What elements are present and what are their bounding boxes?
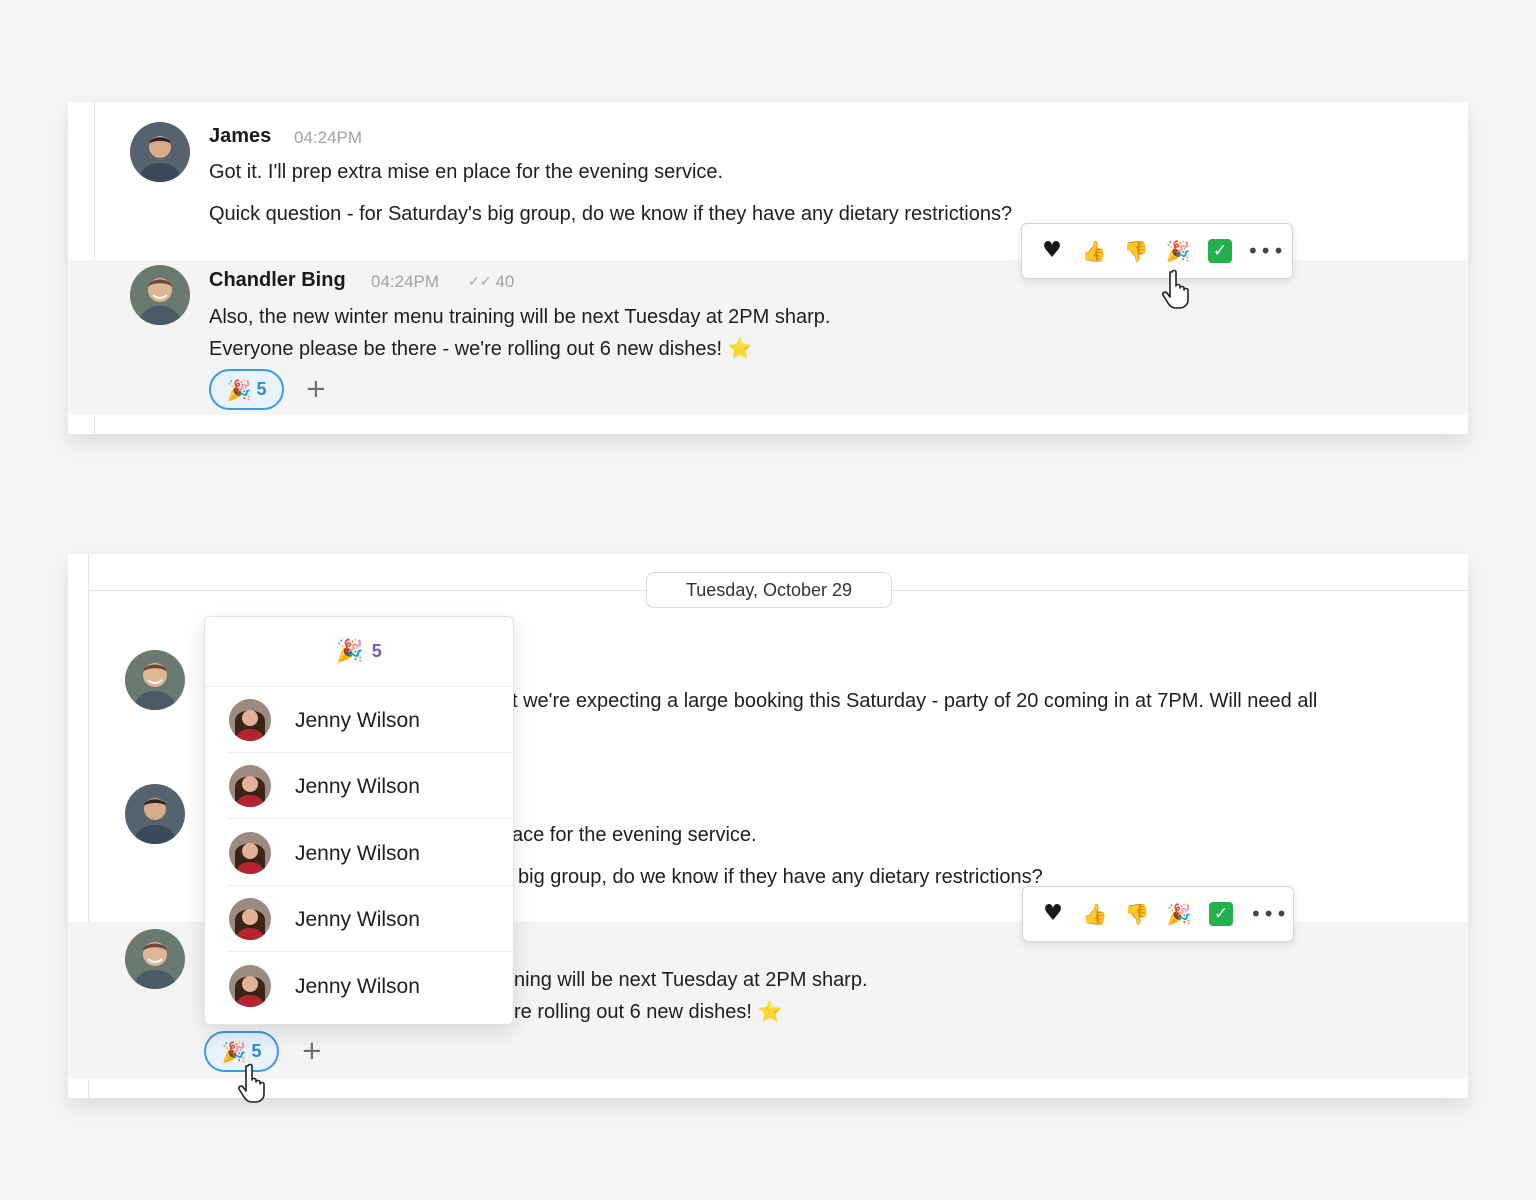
reactor-row[interactable]: Jenny Wilson [227, 687, 513, 753]
popover-header: 🎉 5 [205, 617, 513, 687]
party-reaction-button[interactable]: 🎉 [1163, 236, 1193, 266]
heart-reaction-button[interactable]: ♥ [1038, 899, 1068, 929]
check-reaction-button[interactable]: ✓ [1209, 902, 1233, 926]
avatar[interactable] [229, 831, 271, 874]
thumbs-down-reaction-button[interactable]: 👎 [1122, 899, 1152, 929]
message-text: Also, the new winter menu training will … [209, 306, 831, 328]
avatar[interactable] [130, 265, 190, 325]
party-popper-icon: 🎉 [336, 639, 364, 664]
reactor-row[interactable]: Jenny Wilson [227, 953, 513, 1019]
message-time: 04:24PM [294, 128, 363, 147]
check-reaction-button[interactable]: ✓ [1208, 239, 1232, 263]
date-divider: Tuesday, October 29 [646, 572, 892, 608]
reaction-bar: ♥ 👍 👎 🎉 ✓ ••• [1021, 223, 1293, 279]
thumbs-up-reaction-button[interactable]: 👍 [1080, 899, 1110, 929]
reactor-row[interactable]: Jenny Wilson [227, 753, 513, 820]
message-text: t we're expecting a large booking this S… [512, 690, 1318, 712]
reactor-name[interactable]: Jenny Wilson [295, 709, 420, 733]
avatar[interactable] [229, 699, 271, 741]
double-check-icon: ✓✓ [468, 274, 492, 290]
reactor-row[interactable]: Jenny Wilson [227, 820, 513, 886]
reaction-count: 5 [251, 1041, 262, 1061]
reactor-name[interactable]: Jenny Wilson [295, 908, 420, 932]
author-name[interactable]: Chandler Bing [209, 269, 346, 292]
more-options-button[interactable]: ••• [1247, 236, 1284, 266]
read-count: 40 [495, 272, 515, 291]
add-reaction-button[interactable]: + [301, 1038, 323, 1064]
avatar[interactable] [229, 765, 271, 808]
add-reaction-button[interactable]: + [305, 376, 327, 402]
avatar[interactable] [229, 898, 271, 941]
message-time: 04:24PM [371, 272, 440, 291]
thumbs-up-reaction-button[interactable]: 👍 [1079, 236, 1109, 266]
party-popper-icon: 🎉 [226, 377, 252, 402]
reaction-count: 5 [256, 379, 267, 399]
avatar[interactable] [125, 650, 185, 710]
reactors-popover: 🎉 5 Jenny Wilson Jenny Wilson Jenny Wilson… [204, 616, 514, 1025]
reaction-bar: ♥ 👍 👎 🎉 ✓ ••• [1022, 886, 1294, 942]
reaction-chip[interactable]: 🎉 5 [209, 369, 284, 410]
message-text: Got it. I'll prep extra mise en place fo… [209, 161, 724, 183]
message-text: re rolling out 6 new dishes! ⭐ [514, 1001, 783, 1023]
avatar[interactable] [229, 964, 271, 1007]
reactor-name[interactable]: Jenny Wilson [295, 775, 420, 799]
message-text: Quick question - for Saturday's big grou… [209, 203, 1013, 225]
message-text: ning will be next Tuesday at 2PM sharp. [514, 969, 868, 991]
reaction-count: 5 [371, 641, 382, 661]
message-text: ace for the evening service. [512, 824, 757, 846]
message-text: Everyone please be there - we're rolling… [209, 338, 753, 360]
more-options-button[interactable]: ••• [1250, 899, 1287, 929]
avatar[interactable] [130, 122, 190, 182]
reactor-name[interactable]: Jenny Wilson [295, 975, 420, 999]
author-name[interactable]: James [209, 125, 271, 148]
party-popper-icon: 🎉 [221, 1039, 247, 1064]
read-receipt: ✓✓ 40 [468, 272, 514, 292]
heart-reaction-button[interactable]: ♥ [1037, 236, 1067, 266]
message-chandler[interactable]: Chandler Bing 04:24PM ✓✓ 40 Also, the ne… [68, 260, 1468, 415]
reactor-row[interactable]: Jenny Wilson [227, 886, 513, 953]
message-text: big group, do we know if they have any d… [518, 866, 1043, 888]
party-reaction-button[interactable]: 🎉 [1164, 899, 1194, 929]
thumbs-down-reaction-button[interactable]: 👎 [1121, 236, 1151, 266]
reaction-chip[interactable]: 🎉 5 [204, 1031, 279, 1072]
avatar[interactable] [125, 784, 185, 844]
avatar[interactable] [125, 929, 185, 989]
reactor-name[interactable]: Jenny Wilson [295, 842, 420, 866]
